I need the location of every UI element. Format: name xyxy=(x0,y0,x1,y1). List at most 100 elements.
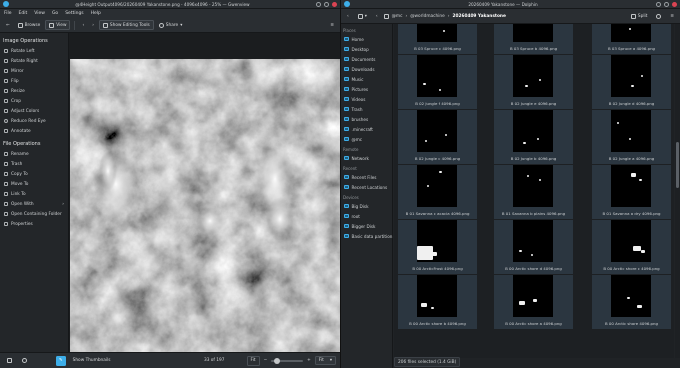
file-grid-scrollbar[interactable] xyxy=(675,24,680,358)
place-music[interactable]: Music xyxy=(341,74,392,84)
breadcrumb-item[interactable]: @worldmachine xyxy=(410,14,445,19)
move-to-action[interactable]: Move To xyxy=(0,179,68,189)
share-button[interactable]: Share ▾ xyxy=(156,20,186,30)
place-downloads[interactable]: Downloads xyxy=(341,64,392,74)
close-button[interactable] xyxy=(672,1,677,7)
file-tile[interactable]: B 02 Jungle a 4096.png xyxy=(592,110,671,164)
minimize-button[interactable] xyxy=(316,1,321,7)
file-tile[interactable]: B 02 Jungle f 4096.png xyxy=(398,55,477,109)
maximize-button[interactable] xyxy=(664,1,669,7)
file-tile[interactable]: B 02 Jungle e 4096.png xyxy=(494,55,573,109)
place-recent-locations[interactable]: Recent Locations xyxy=(341,182,392,192)
place-brushes[interactable]: brushes xyxy=(341,114,392,124)
zoom-out-icon[interactable]: − xyxy=(264,358,268,363)
link-to-action[interactable]: Link To xyxy=(0,189,68,199)
browse-button[interactable]: Browse xyxy=(15,20,44,30)
toolbar-separator xyxy=(74,20,76,30)
crop-action[interactable]: Crop xyxy=(0,96,68,106)
menu-help[interactable]: Help xyxy=(91,11,101,16)
place-documents[interactable]: Documents xyxy=(341,54,392,64)
device-big-disk[interactable]: Big Disk xyxy=(341,201,392,211)
file-tile[interactable]: B 00 Arctic shore c 4096.png xyxy=(592,220,671,274)
menu-view[interactable]: View xyxy=(34,11,45,16)
place-videos[interactable]: Videos xyxy=(341,94,392,104)
place-trash[interactable]: Trash xyxy=(341,104,392,114)
info-button[interactable] xyxy=(19,356,30,366)
open-containing-folder-action[interactable]: Open Containing Folder xyxy=(0,209,68,219)
file-tile[interactable]: B 00 Arctic shore 4096.png xyxy=(592,275,671,329)
file-tile[interactable]: B 02 Jungle c 4096.png xyxy=(398,110,477,164)
file-tile[interactable]: B 01 Savanna a dry 4096.png xyxy=(592,165,671,219)
edit-toggle-button[interactable]: ✎ xyxy=(56,355,66,366)
place-desktop[interactable]: Desktop xyxy=(341,44,392,54)
open-with-action[interactable]: Open With › xyxy=(0,199,68,209)
menu-edit[interactable]: Edit xyxy=(19,11,28,16)
copy-to-action[interactable]: Copy To xyxy=(0,169,68,179)
breadcrumb-current[interactable]: 20260409 Yakanstone xyxy=(453,14,506,19)
hamburger-menu-button[interactable]: ≡ xyxy=(667,11,677,21)
place-home[interactable]: Home xyxy=(341,34,392,44)
rename-action[interactable]: Rename xyxy=(0,149,68,159)
menu-settings[interactable]: Settings xyxy=(65,11,83,16)
device-basic-data-partition[interactable]: Basic data partition xyxy=(341,231,392,241)
device-bigger-disk[interactable]: Bigger Disk xyxy=(341,221,392,231)
next-button[interactable]: › xyxy=(89,20,97,30)
zoom-combo[interactable]: Fit ▾ xyxy=(314,356,336,365)
heightmap-image[interactable] xyxy=(70,59,340,360)
thumbnail-speckle xyxy=(633,246,641,251)
menu-go[interactable]: Go xyxy=(52,11,58,16)
file-grid[interactable]: B 03 Spruce c 4096.png B 03 Spruce b 4096… xyxy=(394,24,674,358)
rotate-right-action[interactable]: Rotate Right xyxy=(0,56,68,66)
file-tile[interactable]: B 02 Jungle b 4096.png xyxy=(494,110,573,164)
maximize-button[interactable] xyxy=(324,1,329,7)
show-editing-tools-button[interactable]: Show Editing Tools xyxy=(98,20,154,30)
back-button[interactable]: ← xyxy=(3,20,13,30)
place-network[interactable]: Network xyxy=(341,153,392,163)
minimize-button[interactable] xyxy=(656,1,661,7)
file-tile[interactable]: B 00 Arctic shore d 4096.png xyxy=(494,220,573,274)
hamburger-menu-button[interactable]: ≡ xyxy=(327,20,337,30)
rotate-left-action[interactable]: Rotate Left xyxy=(0,46,68,56)
file-tile[interactable]: B 00 Arctic shore a 4096.png xyxy=(494,275,573,329)
file-tile[interactable]: B 01 Savanna c acacia 4096.png xyxy=(398,165,477,219)
back-button[interactable]: ‹ xyxy=(344,11,352,21)
place-pictures[interactable]: Pictures xyxy=(341,84,392,94)
adjust-colors-action[interactable]: Adjust Colors xyxy=(0,106,68,116)
file-tile[interactable]: B 02 Jungle d 4096.png xyxy=(592,55,671,109)
zoom-slider[interactable] xyxy=(271,357,304,364)
view-button[interactable]: View xyxy=(45,20,71,30)
place-mc[interactable]: @mc xyxy=(341,134,392,144)
zoom-in-icon[interactable]: + xyxy=(307,358,311,363)
sidebar-toggle-button[interactable] xyxy=(4,356,15,366)
close-button[interactable] xyxy=(332,1,337,7)
file-tile[interactable]: B 03 Spruce c 4096.png xyxy=(398,24,477,54)
place-minecraft[interactable]: .minecraft xyxy=(341,124,392,134)
mirror-action[interactable]: Mirror xyxy=(0,66,68,76)
file-tile[interactable]: B 01 Savanna b plains 4096.png xyxy=(494,165,573,219)
reduce-red-eye-action[interactable]: Reduce Red Eye xyxy=(0,116,68,126)
resize-action[interactable]: Resize xyxy=(0,86,68,96)
thumbnail-speckle xyxy=(631,85,634,87)
flip-action[interactable]: Flip xyxy=(0,76,68,86)
file-tile[interactable]: B 00 ArcticFrost 4096.png xyxy=(398,220,477,274)
search-button[interactable] xyxy=(653,11,664,21)
file-tile[interactable]: B 00 Arctic shore b 4096.png xyxy=(398,275,477,329)
view-mode-button[interactable]: ▾ xyxy=(355,11,370,21)
file-tile[interactable]: B 03 Spruce b 4096.png xyxy=(494,24,573,54)
place-recent-files[interactable]: Recent Files xyxy=(341,172,392,182)
split-button[interactable]: Split xyxy=(628,11,651,21)
trash-action[interactable]: Trash xyxy=(0,159,68,169)
breadcrumb-item[interactable]: @mc xyxy=(392,14,403,19)
properties-action[interactable]: Properties xyxy=(0,219,68,229)
device-root[interactable]: root xyxy=(341,211,392,221)
up-button[interactable]: ‹ xyxy=(373,11,381,21)
show-thumbnails-button[interactable]: Show Thumbnails xyxy=(70,356,114,366)
fit-button[interactable]: Fit xyxy=(246,355,260,366)
previous-button[interactable]: ‹ xyxy=(79,20,87,30)
zoom-slider-handle[interactable] xyxy=(274,357,281,364)
menu-file[interactable]: File xyxy=(4,11,12,16)
file-tile[interactable]: B 03 Spruce a 4096.png xyxy=(592,24,671,54)
annotate-action[interactable]: Annotate xyxy=(0,126,68,136)
image-viewer[interactable] xyxy=(69,33,340,360)
scrollbar-handle[interactable] xyxy=(676,142,679,188)
